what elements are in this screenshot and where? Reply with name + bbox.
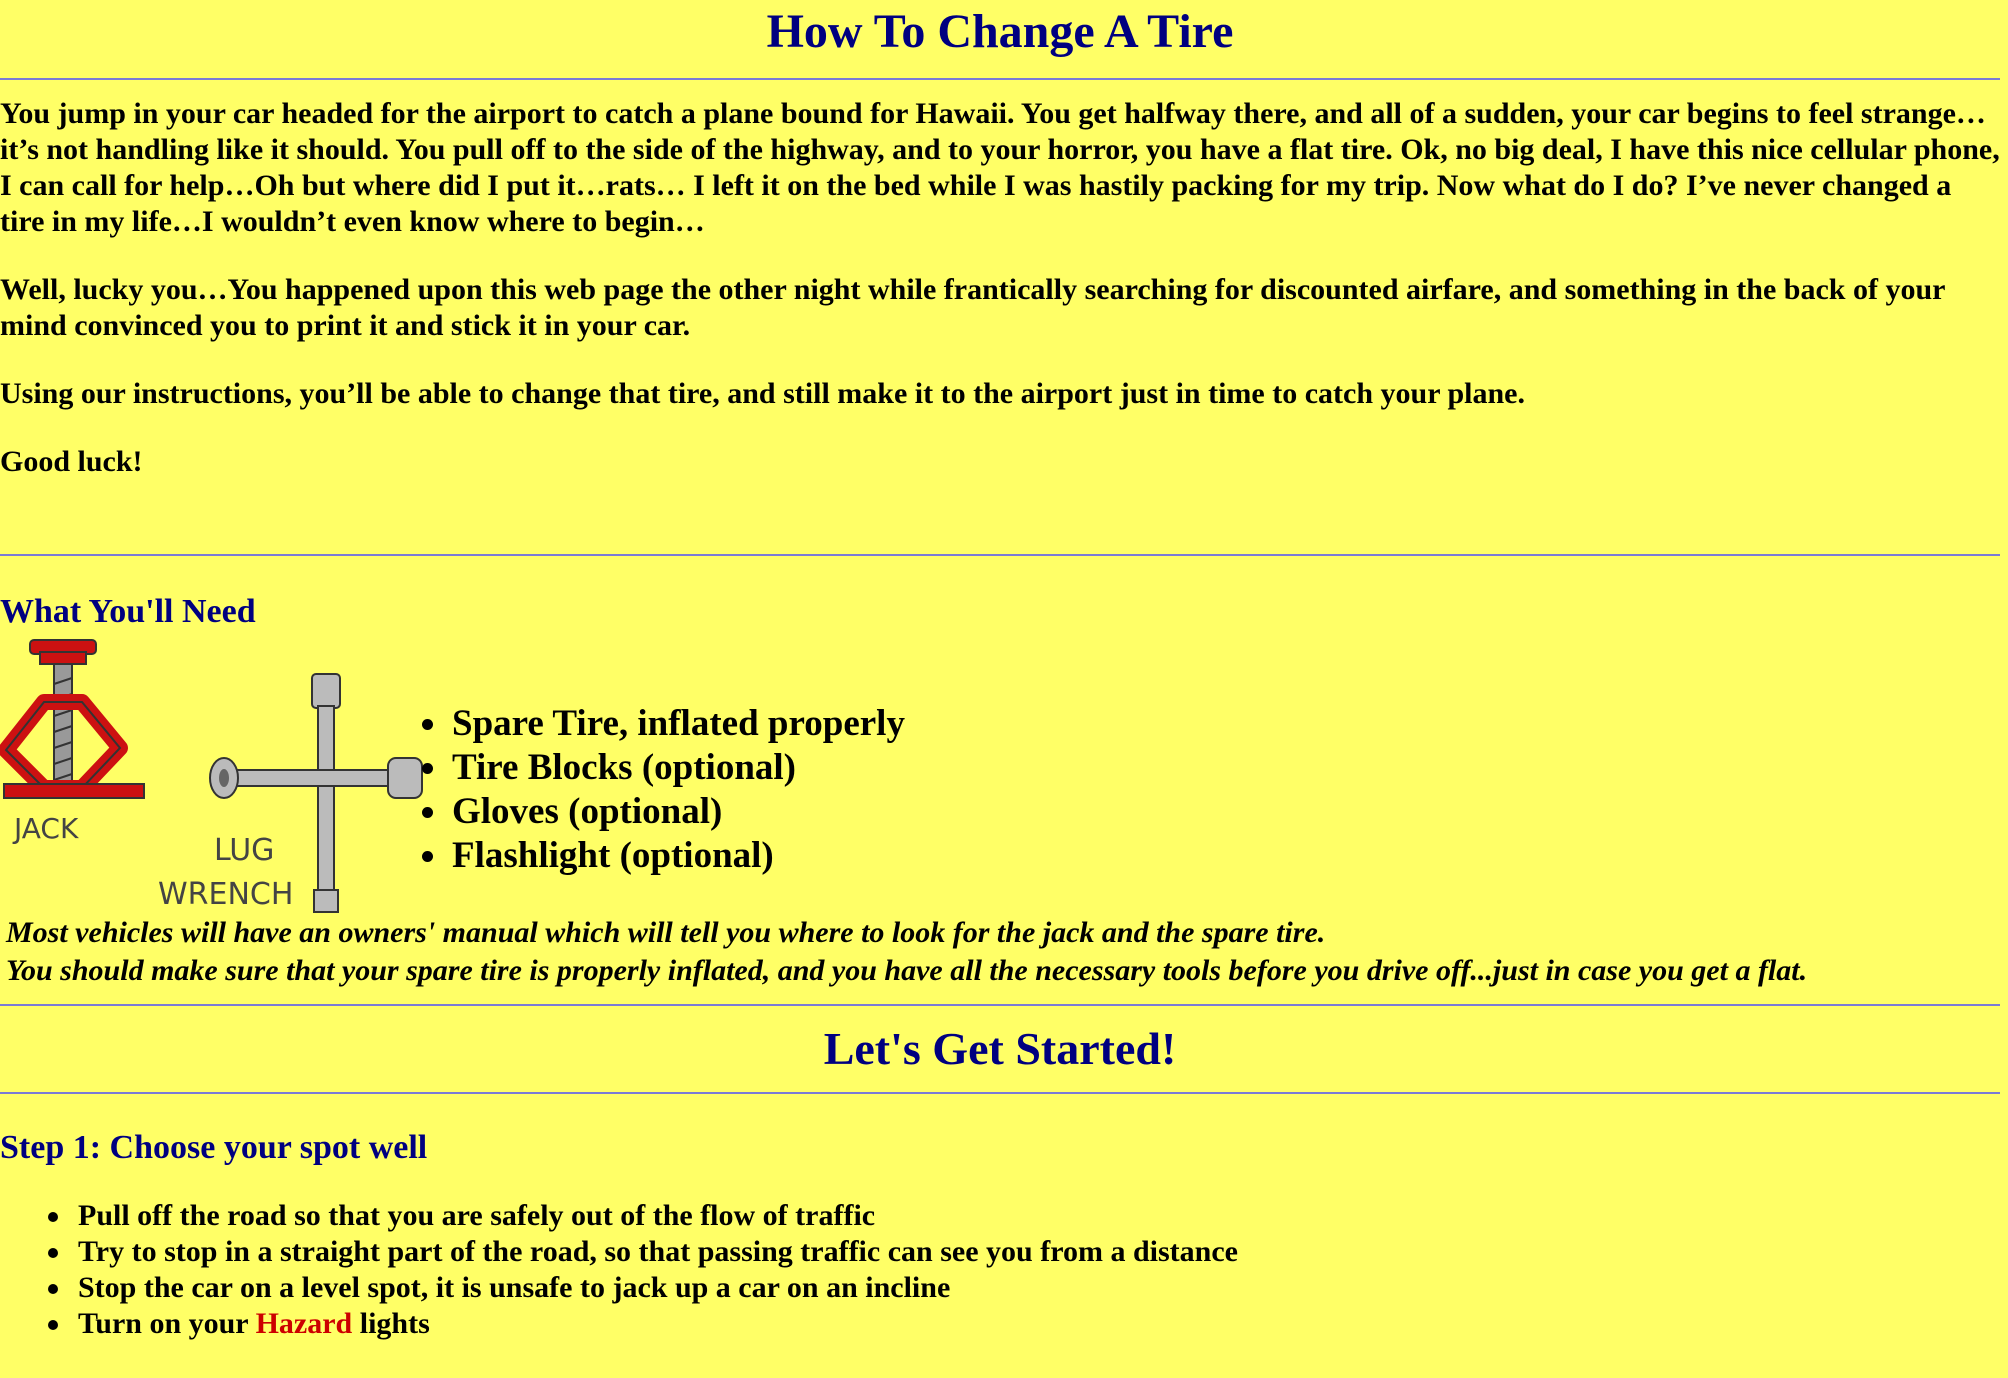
hazard-suffix: lights xyxy=(352,1307,430,1340)
list-item: Gloves (optional) xyxy=(422,790,905,834)
lets-get-started-heading: Let's Get Started! xyxy=(823,1023,1177,1074)
page-content: How To Change A Tire You jump in your ca… xyxy=(0,0,2000,1342)
intro-section: You jump in your car headed for the airp… xyxy=(0,96,2000,480)
intro-paragraph-2: Well, lucky you…You happened upon this w… xyxy=(0,273,1945,342)
list-item: Turn on your Hazard lights xyxy=(0,1306,2000,1342)
step-1-list: Pull off the road so that you are safely… xyxy=(0,1198,2000,1342)
need-row: JACK LUG WRENCH Spare Tire, inflated pro… xyxy=(0,632,2000,914)
list-item: Try to stop in a straight part of the ro… xyxy=(0,1234,2000,1270)
note-line-2: You should make sure that your spare tir… xyxy=(6,954,1808,987)
lug-wrench-icon: LUG WRENCH xyxy=(158,673,423,913)
note-line-1: Most vehicles will have an owners' manua… xyxy=(6,916,1326,949)
intro-paragraph-1: You jump in your car headed for the airp… xyxy=(0,97,2000,238)
wrench-label-line1: LUG xyxy=(214,833,274,868)
list-item: Spare Tire, inflated properly xyxy=(422,703,905,744)
list-item: Pull off the road so that you are safely… xyxy=(0,1198,2000,1234)
intro-paragraph-3: Using our instructions, you’ll be able t… xyxy=(0,377,1525,410)
what-you-need-heading: What You'll Need xyxy=(0,593,256,630)
list-item: Stop the car on a level spot, it is unsa… xyxy=(0,1270,2000,1306)
jack-icon: JACK xyxy=(0,639,145,845)
list-item: Flashlight (optional) xyxy=(422,834,905,878)
list-item: Tire Blocks (optional) xyxy=(422,746,905,790)
page-title: How To Change A Tire xyxy=(766,5,1234,58)
needed-items-list: Spare Tire, inflated properly Tire Block… xyxy=(422,702,905,878)
hazard-prefix: Turn on your xyxy=(78,1307,256,1340)
jack-label: JACK xyxy=(12,812,79,845)
divider xyxy=(0,78,2000,80)
hazard-highlight: Hazard xyxy=(255,1307,353,1340)
intro-paragraph-4: Good luck! xyxy=(0,445,143,478)
wrench-label-line2: WRENCH xyxy=(158,877,293,912)
step-1-heading: Step 1: Choose your spot well xyxy=(0,1129,428,1166)
